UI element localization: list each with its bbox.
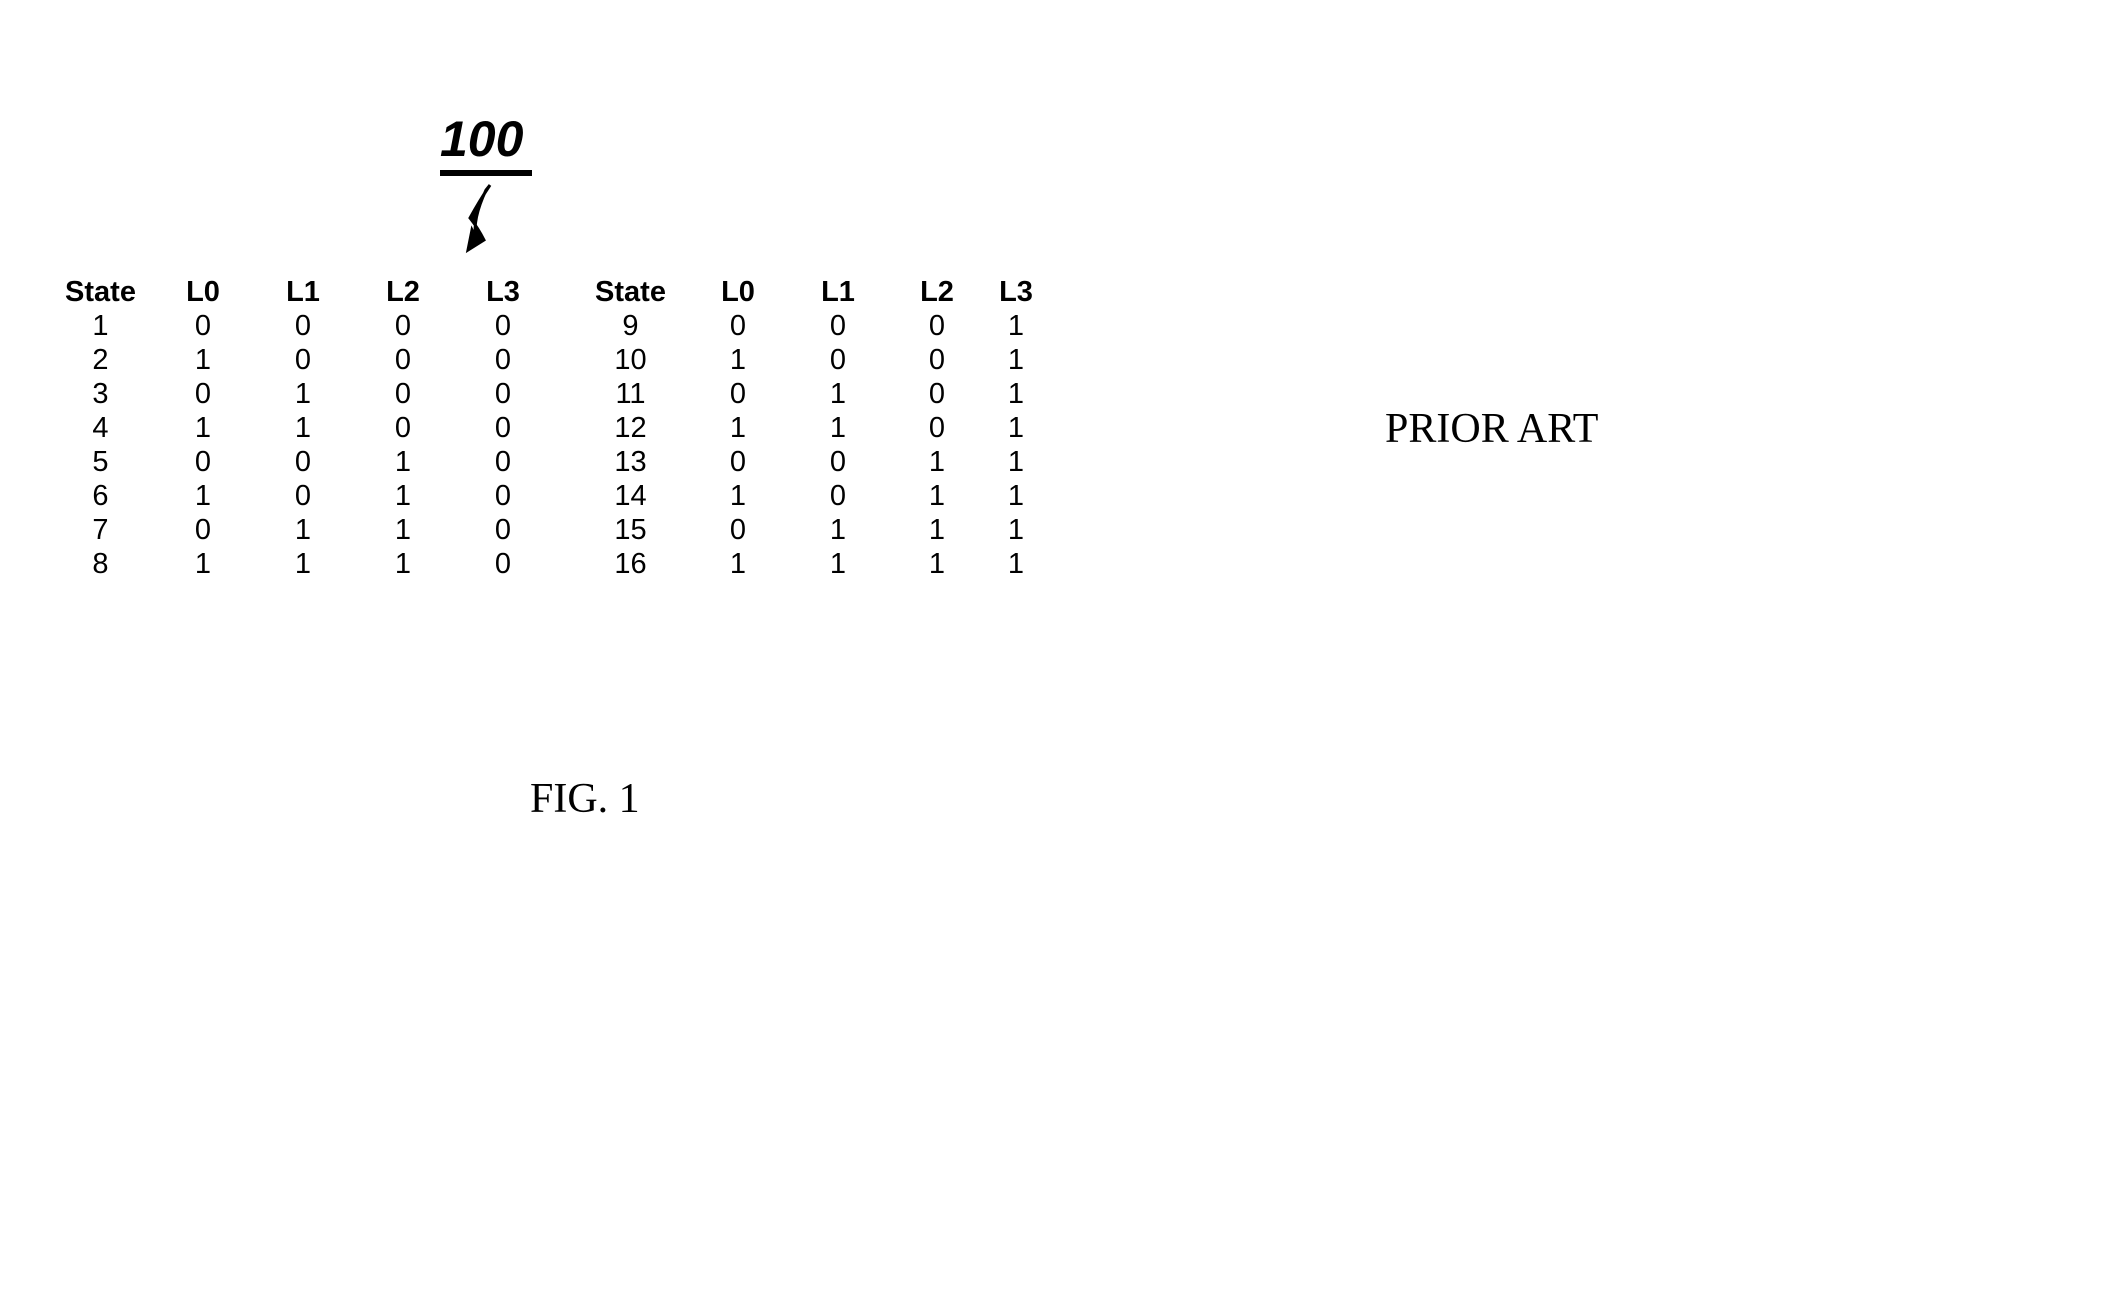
table-cell: 1 [353, 479, 453, 513]
table-cell: 1 [153, 411, 253, 445]
table-cell: 0 [153, 445, 253, 479]
table-cell: 0 [888, 411, 986, 445]
table-cell: 14 [573, 479, 688, 513]
table-cell: 5 [48, 445, 153, 479]
table-cell: 0 [353, 411, 453, 445]
table-cell: 0 [153, 309, 253, 343]
table-cell: 3 [48, 377, 153, 411]
col-header: L3 [986, 275, 1046, 309]
table-cell: 1 [353, 513, 453, 547]
table-cell: 0 [453, 411, 553, 445]
table-cell: 0 [353, 343, 453, 377]
table-cell: 0 [253, 445, 353, 479]
col-header: L1 [253, 275, 353, 309]
figure-label: FIG. 1 [530, 775, 640, 823]
table-cell: 1 [986, 513, 1046, 547]
table-cell: 0 [453, 513, 553, 547]
table-cell: 0 [888, 309, 986, 343]
table-cell: 9 [573, 309, 688, 343]
prior-art-label: PRIOR ART [1385, 405, 1598, 453]
table-cell: 0 [153, 377, 253, 411]
col-header: L2 [888, 275, 986, 309]
reference-numeral: 100 [440, 110, 523, 168]
table-cell: 0 [253, 343, 353, 377]
table-cell: 4 [48, 411, 153, 445]
table-cell: 0 [688, 513, 788, 547]
table-cell: 0 [453, 547, 553, 581]
table-cell: 11 [573, 377, 688, 411]
table-cell: 16 [573, 547, 688, 581]
table-cell: 6 [48, 479, 153, 513]
table-cell: 1 [788, 547, 888, 581]
table-cell: 1 [788, 411, 888, 445]
table-cell: 1 [688, 411, 788, 445]
table-cell: 1 [888, 445, 986, 479]
table-cell: 1 [153, 343, 253, 377]
table-cell: 0 [253, 309, 353, 343]
table-cell: 1 [253, 513, 353, 547]
table-cell: 13 [573, 445, 688, 479]
table-cell: 1 [788, 513, 888, 547]
table-cell: 0 [788, 479, 888, 513]
table-cell: 1 [153, 547, 253, 581]
table-cell: 1 [986, 343, 1046, 377]
table-cell: 0 [353, 309, 453, 343]
table-cell: 1 [986, 547, 1046, 581]
col-header: L2 [353, 275, 453, 309]
table-cell: 0 [453, 479, 553, 513]
table-cell: 1 [253, 377, 353, 411]
table-cell: 0 [353, 377, 453, 411]
table-cell: 0 [453, 309, 553, 343]
col-header: L3 [453, 275, 553, 309]
table-cell: 12 [573, 411, 688, 445]
table-cell: 0 [253, 479, 353, 513]
table-right-block: State L0 L1 L2 L3 9 0 0 0 1 10 1 0 0 1 1… [573, 275, 1046, 581]
table-cell: 1 [986, 309, 1046, 343]
reference-arrow-icon [450, 180, 510, 260]
reference-underline [440, 170, 532, 176]
table-cell: 0 [888, 343, 986, 377]
table-cell: 0 [788, 445, 888, 479]
table-cell: 1 [986, 411, 1046, 445]
table-cell: 1 [153, 479, 253, 513]
table-cell: 2 [48, 343, 153, 377]
table-cell: 0 [453, 343, 553, 377]
col-header: L0 [688, 275, 788, 309]
table-cell: 0 [788, 309, 888, 343]
table-cell: 1 [253, 411, 353, 445]
table-cell: 8 [48, 547, 153, 581]
table-cell: 1 [253, 547, 353, 581]
table-cell: 15 [573, 513, 688, 547]
table-cell: 0 [153, 513, 253, 547]
table-cell: 10 [573, 343, 688, 377]
table-cell: 1 [986, 479, 1046, 513]
table-cell: 0 [788, 343, 888, 377]
table-cell: 0 [453, 377, 553, 411]
table-cell: 1 [688, 343, 788, 377]
table-cell: 1 [986, 377, 1046, 411]
table-cell: 1 [353, 547, 453, 581]
table-cell: 1 [48, 309, 153, 343]
col-header: L1 [788, 275, 888, 309]
table-cell: 1 [888, 513, 986, 547]
table-cell: 1 [986, 445, 1046, 479]
table-cell: 1 [688, 479, 788, 513]
col-header: State [573, 275, 688, 309]
table-left-block: State L0 L1 L2 L3 1 0 0 0 0 2 1 0 0 0 3 … [48, 275, 553, 581]
col-header: L0 [153, 275, 253, 309]
table-cell: 0 [688, 445, 788, 479]
table-cell: 1 [353, 445, 453, 479]
state-table: State L0 L1 L2 L3 1 0 0 0 0 2 1 0 0 0 3 … [48, 275, 1046, 581]
table-cell: 1 [888, 479, 986, 513]
table-cell: 0 [453, 445, 553, 479]
table-cell: 1 [888, 547, 986, 581]
table-cell: 0 [688, 377, 788, 411]
col-header: State [48, 275, 153, 309]
table-cell: 0 [888, 377, 986, 411]
table-cell: 0 [688, 309, 788, 343]
table-cell: 1 [688, 547, 788, 581]
table-cell: 7 [48, 513, 153, 547]
table-cell: 1 [788, 377, 888, 411]
